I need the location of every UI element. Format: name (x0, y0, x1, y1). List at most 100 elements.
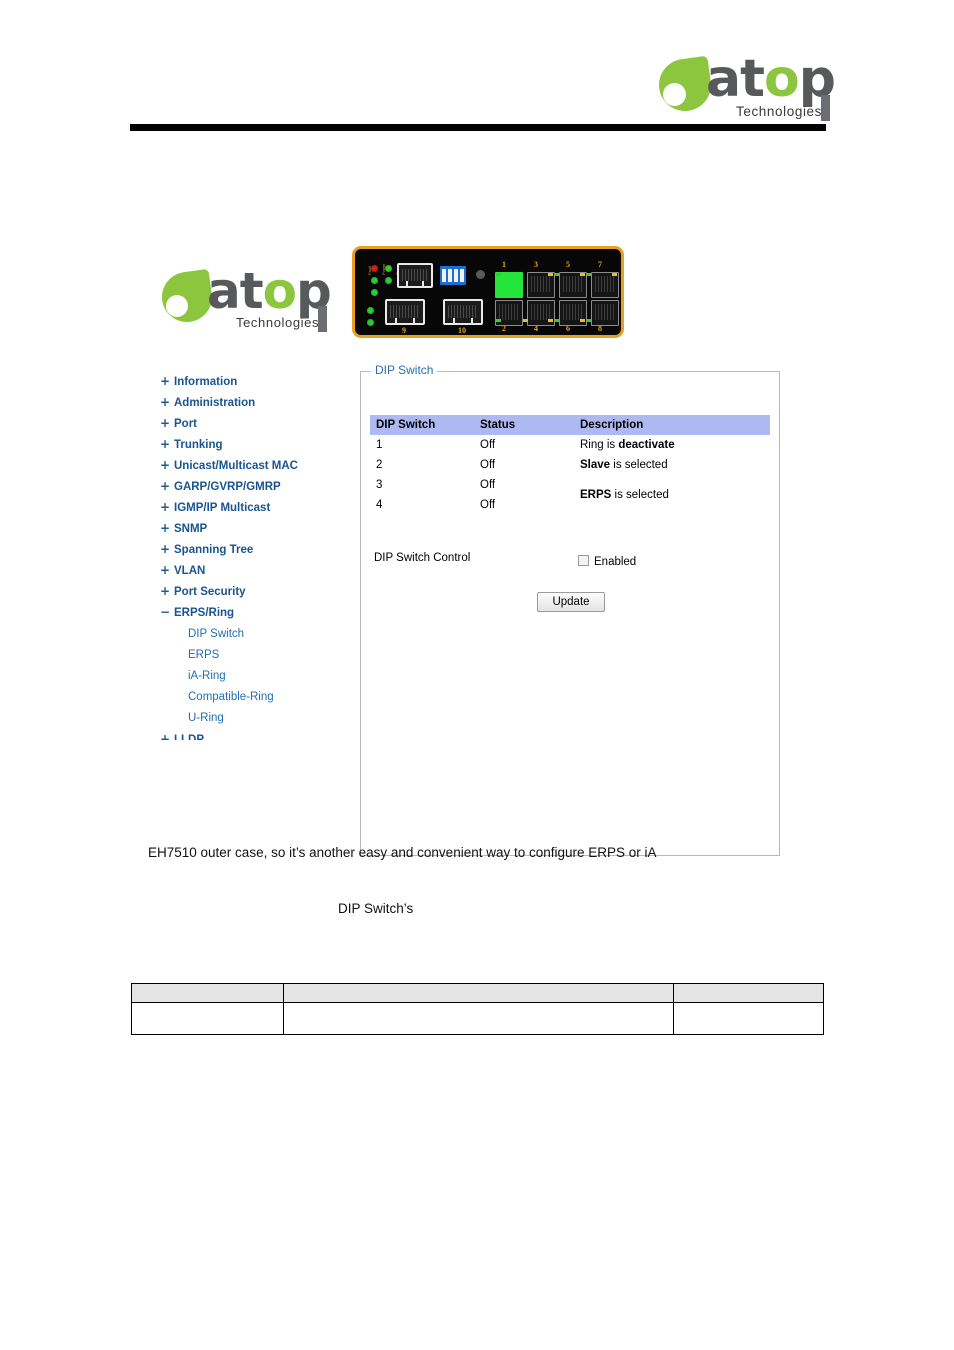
sidebar-item-label: IGMP/IP Multicast (174, 502, 271, 514)
enabled-checkbox[interactable] (578, 555, 589, 566)
sidebar-item-snmp[interactable]: + SNMP (160, 517, 350, 538)
cell-description: Slave is selected (574, 455, 770, 475)
sidebar-item-label: Port (174, 418, 197, 430)
sidebar-subitem-u-ring[interactable]: U-Ring (160, 706, 350, 727)
update-button[interactable]: Update (537, 592, 605, 612)
port-led-1-left (496, 273, 501, 276)
port-number-5: 5 (566, 260, 570, 269)
port-led-4-right (555, 319, 560, 322)
expand-toggle-icon[interactable]: + (160, 392, 174, 413)
ethernet-port-bank: 1 3 5 7 2 4 6 8 (493, 260, 621, 333)
sidebar-subitem-ia-ring[interactable]: iA-Ring (160, 664, 350, 685)
webui-logo-word-o: o (262, 262, 297, 320)
sidebar-item-label: Unicast/Multicast MAC (174, 460, 298, 472)
port-led-3-left (548, 273, 553, 276)
cell-status: Off (480, 479, 496, 491)
header-divider (130, 124, 826, 131)
port-led-6-right (587, 319, 592, 322)
webui-logo-accent-bar (318, 306, 327, 332)
cell-switch-number: 3 (376, 479, 383, 491)
dip-switch-control-checkbox-group[interactable]: Enabled (578, 552, 636, 570)
desc-suffix: is selected (611, 489, 669, 501)
desc-prefix: Ring is (580, 439, 619, 451)
table-row: 1 Off Ring is deactivate (370, 435, 770, 455)
column-header-dip-switch: DIP Switch (370, 415, 474, 435)
expand-toggle-icon[interactable]: + (160, 539, 174, 560)
sidebar-item-lldp-clipped[interactable]: + LLDP (160, 728, 350, 740)
ethernet-port-8 (591, 300, 619, 326)
cell-switch-number: 1 (376, 439, 383, 451)
logo-word-part-1: at (706, 49, 765, 109)
expand-toggle-icon[interactable]: + (160, 497, 174, 518)
expand-toggle-icon[interactable]: + (160, 476, 174, 497)
rj45-jack-10 (443, 299, 483, 325)
hardware-dip-switch-2 (448, 269, 452, 282)
sidebar-item-unicast-multicast-mac[interactable]: + Unicast/Multicast MAC (160, 454, 350, 475)
ethernet-port-2 (495, 300, 523, 326)
desc-suffix: is selected (610, 459, 668, 471)
port-number-3: 3 (534, 260, 538, 269)
sidebar-item-igmp-ip-multicast[interactable]: + IGMP/IP Multicast (160, 496, 350, 517)
expand-toggle-icon[interactable]: + (160, 413, 174, 434)
sidebar-subitem-dip-switch[interactable]: DIP Switch (160, 622, 350, 643)
port-number-7: 7 (598, 260, 602, 269)
expand-toggle-icon[interactable]: + (160, 518, 174, 539)
sidebar-item-label: LLDP (174, 734, 205, 740)
expand-toggle-icon[interactable]: + (160, 455, 174, 476)
update-button-container: Update (361, 592, 781, 612)
cell-1 (131, 1002, 284, 1035)
expand-toggle-icon[interactable]: + (160, 371, 174, 392)
sidebar-item-spanning-tree[interactable]: + Spanning Tree (160, 538, 350, 559)
port-grill (499, 304, 519, 320)
desc-keyword: ERPS (580, 489, 612, 501)
sidebar-subitem-compatible-ring[interactable]: Compatible-Ring (160, 685, 350, 706)
led-fault-indicator (371, 265, 378, 272)
collapse-toggle-icon[interactable]: − (160, 602, 174, 623)
expand-toggle-icon[interactable]: + (160, 729, 174, 740)
sidebar-subitem-label: ERPS (188, 649, 220, 661)
sidebar-item-information[interactable]: + Information (160, 370, 350, 391)
cell-switch-number: 4 (376, 499, 383, 511)
sidebar-item-label: Information (174, 376, 238, 388)
webui-logo-tagline: Technologies (236, 315, 320, 330)
sidebar-item-vlan[interactable]: + VLAN (160, 559, 350, 580)
expand-toggle-icon[interactable]: + (160, 434, 174, 455)
sidebar-item-erps-ring[interactable]: − ERPS/Ring (160, 601, 350, 622)
jack-number-10: 10 (458, 326, 466, 335)
column-header-description: Description (574, 415, 770, 435)
port-grill (563, 304, 583, 320)
webui-logo-mark-icon (158, 268, 216, 326)
sidebar-item-label: Trunking (174, 439, 223, 451)
port-number-1: 1 (502, 260, 506, 269)
expand-toggle-icon[interactable]: + (160, 560, 174, 581)
rj45-jack-console (397, 263, 433, 288)
expand-toggle-icon[interactable]: + (160, 581, 174, 602)
logo-white-circle (663, 83, 686, 106)
led-port9-indicator (367, 307, 374, 314)
port-led-2-left (496, 319, 501, 322)
sidebar-subitem-erps[interactable]: ERPS (160, 643, 350, 664)
sidebar-item-administration[interactable]: + Administration (160, 391, 350, 412)
webui-atop-logo: atop Technologies (158, 266, 342, 334)
sidebar-item-port-security[interactable]: + Port Security (160, 580, 350, 601)
page-header: atop Technologies (0, 0, 954, 140)
cell-status: Off (480, 459, 496, 471)
port-led-2-right (523, 319, 528, 322)
sidebar-item-label: Administration (174, 397, 256, 409)
port-grill (595, 276, 615, 292)
sidebar-item-label: ERPS/Ring (174, 607, 235, 619)
hardware-dip-switch-3 (454, 269, 458, 282)
embedded-webui-screenshot: Fault Power Run 9 10 1 3 5 7 (0, 238, 954, 856)
port-led-5-left (580, 273, 585, 276)
led-status-b (385, 277, 392, 284)
led-status-a (385, 265, 392, 272)
device-faceplate: Fault Power Run 9 10 1 3 5 7 (357, 251, 621, 335)
logo-green-circle (188, 274, 209, 295)
sidebar-item-port[interactable]: + Port (160, 412, 350, 433)
sidebar-item-label: Spanning Tree (174, 544, 254, 556)
port-led-6-left (580, 319, 585, 322)
sidebar-item-garp-gvrp-gmrp[interactable]: + GARP/GVRP/GMRP (160, 475, 350, 496)
cell-description: Ring is deactivate (574, 435, 770, 455)
sidebar-item-trunking[interactable]: + Trunking (160, 433, 350, 454)
column-header-1 (131, 983, 284, 1003)
